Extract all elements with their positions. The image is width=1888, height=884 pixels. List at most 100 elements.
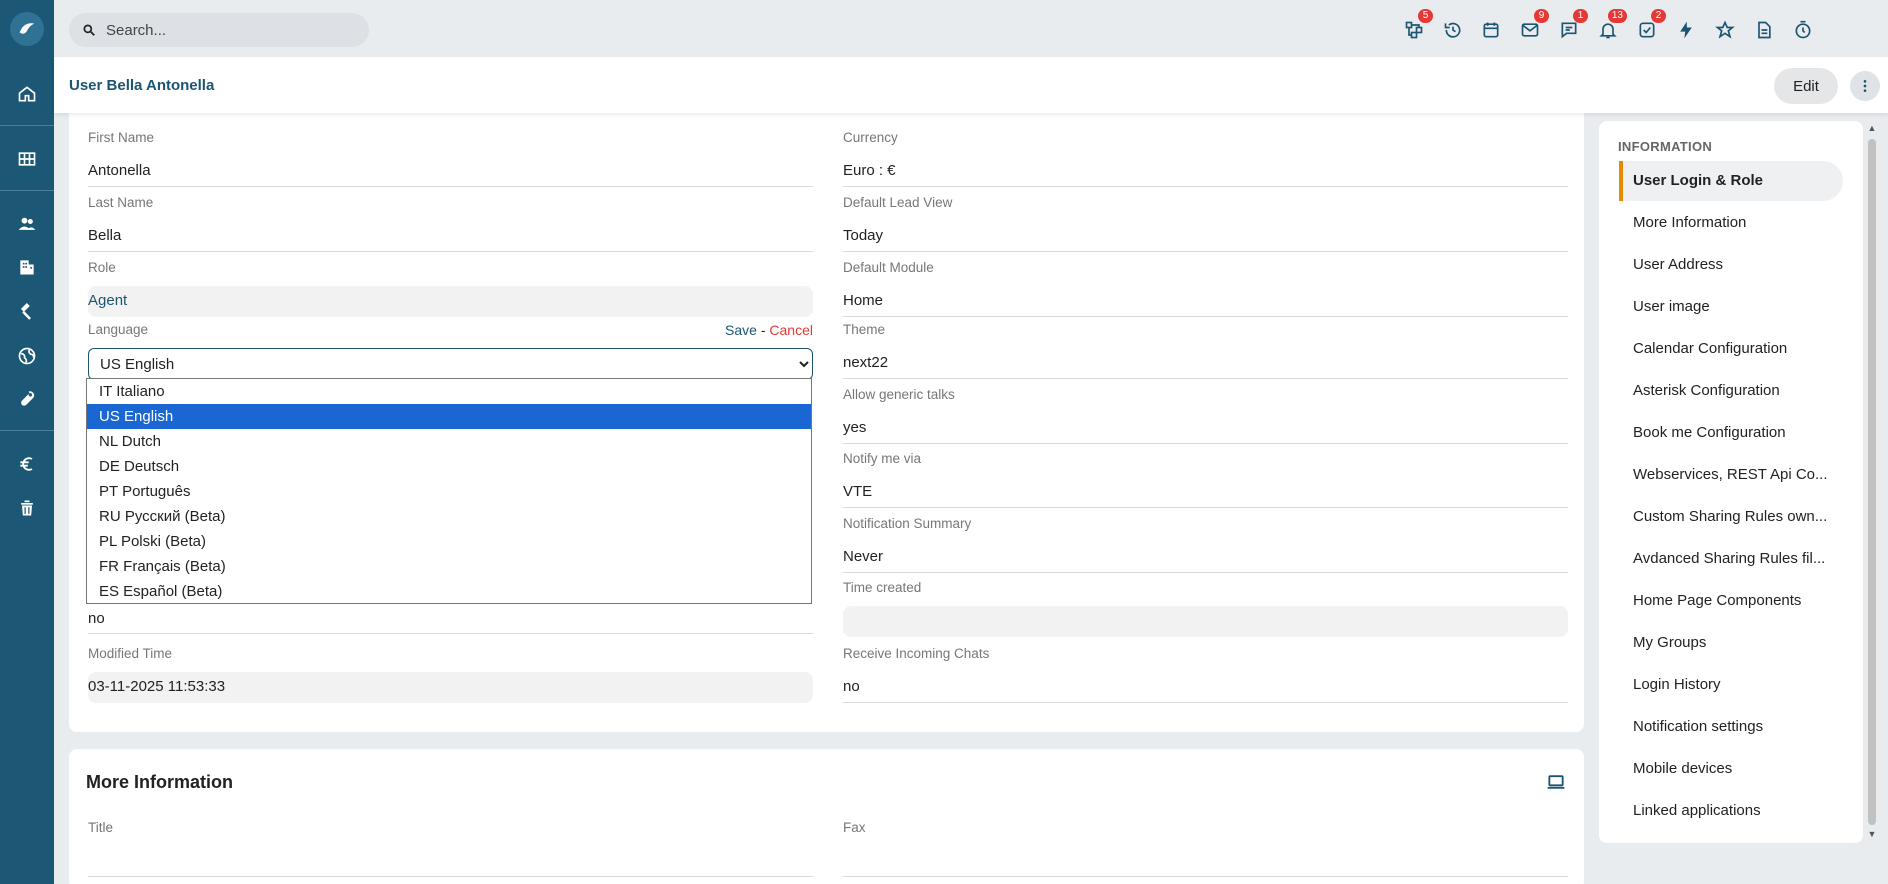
field-value: no <box>843 672 1568 703</box>
currency-field[interactable]: Currency Euro : € <box>843 130 1568 187</box>
language-option[interactable]: NL Dutch <box>87 429 811 454</box>
bell-icon[interactable]: 13 <box>1595 9 1627 43</box>
language-option[interactable]: IT Italiano <box>87 379 811 404</box>
laptop-icon[interactable] <box>1546 772 1566 792</box>
nav-item-custom-sharing-rules[interactable]: Custom Sharing Rules own... <box>1619 497 1843 537</box>
notify-me-via-field[interactable]: Notify me via VTE <box>843 451 1568 508</box>
lightning-icon[interactable] <box>1673 17 1699 43</box>
nav-item-linked-applications[interactable]: Linked applications <box>1619 791 1843 831</box>
inline-edit-actions: Save - Cancel <box>725 322 813 338</box>
role-link[interactable]: Agent <box>88 286 813 317</box>
tasks-icon[interactable]: 2 <box>1634 9 1666 43</box>
language-option[interactable]: ES Español (Beta) <box>87 579 811 604</box>
field-value: VTE <box>843 477 1568 508</box>
more-options-button[interactable] <box>1850 71 1880 101</box>
scroll-up-icon[interactable]: ▲ <box>1867 123 1877 133</box>
allow-generic-talks-field[interactable]: Allow generic talks yes <box>843 387 1568 444</box>
scroll-down-icon[interactable]: ▼ <box>1867 829 1877 839</box>
building-icon[interactable] <box>13 253 41 281</box>
language-select[interactable]: US English <box>88 348 813 380</box>
field-value: no <box>88 603 813 634</box>
cancel-link[interactable]: Cancel <box>769 322 813 338</box>
field-value: Euro : € <box>843 156 1568 187</box>
field-value: 03-11-2025 11:53:33 <box>88 672 813 703</box>
hammer-icon[interactable] <box>13 298 41 326</box>
field-label: Theme <box>843 322 886 337</box>
field-label: Fax <box>843 820 866 835</box>
default-module-field[interactable]: Default Module Home <box>843 260 1568 317</box>
chat-badge: 1 <box>1573 9 1588 23</box>
nav-item-book-me-configuration[interactable]: Book me Configuration <box>1619 413 1843 453</box>
contacts-icon[interactable] <box>13 210 41 238</box>
field-value: Never <box>843 542 1568 573</box>
nav-item-user-image[interactable]: User image <box>1619 287 1843 327</box>
role-field[interactable]: Role Agent <box>88 260 813 317</box>
grid-icon[interactable] <box>13 145 41 173</box>
nav-item-mobile-devices[interactable]: Mobile devices <box>1619 749 1843 789</box>
save-link[interactable]: Save <box>725 322 757 338</box>
field-value: Today <box>843 221 1568 252</box>
receive-incoming-chats-field[interactable]: Receive Incoming Chats no <box>843 646 1568 703</box>
nav-item-login-history[interactable]: Login History <box>1619 665 1843 705</box>
field-label: Default Module <box>843 260 934 275</box>
chat-icon[interactable]: 1 <box>1556 9 1588 43</box>
first-name-field[interactable]: First Name Antonella <box>88 130 813 187</box>
language-field[interactable]: Language Save - Cancel US English <box>88 322 813 380</box>
nav-item-advanced-sharing-rules[interactable]: Avdanced Sharing Rules fil... <box>1619 539 1843 579</box>
app-logo-icon[interactable] <box>10 12 44 46</box>
timer-icon[interactable] <box>1790 17 1816 43</box>
field-label: Last Name <box>88 195 154 210</box>
document-icon[interactable] <box>1751 17 1777 43</box>
language-option-selected[interactable]: US English <box>87 404 811 429</box>
language-option[interactable]: RU Русский (Beta) <box>87 504 811 529</box>
globe-icon[interactable] <box>13 342 41 370</box>
kebab-icon <box>1863 80 1867 92</box>
default-lead-view-field[interactable]: Default Lead View Today <box>843 195 1568 252</box>
processes-badge: 5 <box>1418 9 1433 23</box>
hidden-field[interactable]: no <box>88 603 813 634</box>
home-icon[interactable] <box>13 80 41 108</box>
euro-icon[interactable] <box>13 450 41 478</box>
tasks-badge: 2 <box>1651 9 1666 23</box>
title-field[interactable]: Title <box>88 820 813 877</box>
language-option[interactable]: DE Deutsch <box>87 454 811 479</box>
nav-scrollbar[interactable]: ▲ ▼ <box>1865 121 1879 843</box>
mail-icon[interactable]: 9 <box>1517 9 1549 43</box>
nav-item-webservices[interactable]: Webservices, REST Api Co... <box>1619 455 1843 495</box>
last-name-field[interactable]: Last Name Bella <box>88 195 813 252</box>
field-value <box>843 606 1568 637</box>
field-label: Role <box>88 260 116 275</box>
notification-summary-field[interactable]: Notification Summary Never <box>843 516 1568 573</box>
rail-divider <box>0 430 54 431</box>
nav-item-user-login-role[interactable]: User Login & Role <box>1619 161 1843 201</box>
field-value: yes <box>843 413 1568 444</box>
search-input[interactable] <box>106 21 346 39</box>
trash-icon[interactable] <box>13 494 41 522</box>
edit-button[interactable]: Edit <box>1774 68 1838 104</box>
nav-item-user-address[interactable]: User Address <box>1619 245 1843 285</box>
language-option[interactable]: PL Polski (Beta) <box>87 529 811 554</box>
time-created-field: Time created <box>843 580 1568 637</box>
processes-icon[interactable]: 5 <box>1401 9 1433 43</box>
separator: - <box>760 322 766 338</box>
language-option[interactable]: PT Português <box>87 479 811 504</box>
calendar-icon[interactable] <box>1478 17 1504 43</box>
theme-field[interactable]: Theme next22 <box>843 322 1568 379</box>
nav-item-calendar-configuration[interactable]: Calendar Configuration <box>1619 329 1843 369</box>
nav-item-home-page-components[interactable]: Home Page Components <box>1619 581 1843 621</box>
field-label: First Name <box>88 130 155 145</box>
field-label: Title <box>88 820 114 835</box>
field-label: Time created <box>843 580 922 595</box>
history-icon[interactable] <box>1440 17 1466 43</box>
language-option[interactable]: FR Français (Beta) <box>87 554 811 579</box>
wrench-icon[interactable] <box>13 385 41 413</box>
fax-field[interactable]: Fax <box>843 820 1568 877</box>
search-box[interactable] <box>69 13 369 47</box>
star-icon[interactable] <box>1712 17 1738 43</box>
scrollbar-thumb[interactable] <box>1868 139 1876 825</box>
nav-item-more-information[interactable]: More Information <box>1619 203 1843 243</box>
nav-item-asterisk-configuration[interactable]: Asterisk Configuration <box>1619 371 1843 411</box>
field-label: Currency <box>843 130 898 145</box>
nav-item-notification-settings[interactable]: Notification settings <box>1619 707 1843 747</box>
nav-item-my-groups[interactable]: My Groups <box>1619 623 1843 663</box>
